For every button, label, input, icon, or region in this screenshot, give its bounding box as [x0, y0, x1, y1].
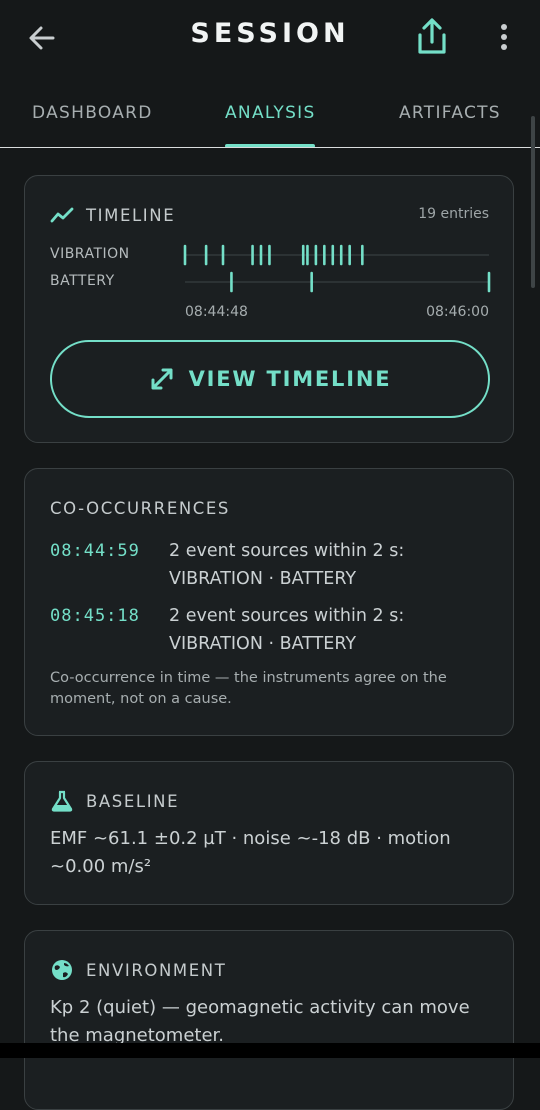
view-timeline-button[interactable]: VIEW TIMELINE: [50, 340, 490, 418]
environment-card: ENVIRONMENT Kp 2 (quiet) — geomagnetic a…: [24, 930, 514, 1110]
co-occurrence-time: 08:45:18: [50, 606, 140, 626]
environment-title: ENVIRONMENT: [86, 960, 227, 980]
baseline-card: BASELINE EMF ~61.1 ±0.2 µT · noise ~-18 …: [24, 761, 514, 905]
flask-icon: [51, 790, 73, 812]
co-occurrences-header: CO-OCCURRENCES: [50, 497, 230, 519]
co-occurrence-line1: 2 event sources within 2 s:: [169, 606, 405, 626]
environment-text: Kp 2 (quiet) — geomagnetic activity can …: [50, 997, 470, 1046]
co-occurrence-sources: VIBRATION · BATTERY: [169, 569, 357, 589]
co-occurrence-time: 08:44:59: [50, 541, 140, 561]
timeline-end-time: 08:46:00: [426, 304, 489, 320]
app-bar: SESSION: [0, 0, 540, 74]
co-occurrence-sources: VIBRATION · BATTERY: [169, 634, 357, 654]
scrollbar-thumb[interactable]: [531, 116, 535, 288]
tab-dashboard[interactable]: DASHBOARD: [32, 103, 153, 123]
baseline-text: EMF ~61.1 ±0.2 µT · noise ~-18 dB · moti…: [50, 828, 451, 877]
co-occurrence-note: Co-occurrence in time — the instruments …: [50, 670, 447, 707]
globe-icon: [52, 960, 72, 980]
co-occurrences-card: CO-OCCURRENCES 08:44:59 2 event sources …: [24, 468, 514, 736]
page-title: SESSION: [190, 18, 350, 49]
baseline-title: BASELINE: [86, 791, 180, 811]
tab-artifacts[interactable]: ARTIFACTS: [399, 103, 501, 123]
co-occurrence-description: 2 event sources within 2 s: VIBRATION · …: [169, 602, 404, 658]
timeline-card: TIMELINE 19 entries VIBRATION BATTERY 08…: [24, 175, 514, 443]
expand-icon: [151, 368, 173, 390]
tab-analysis[interactable]: ANALYSIS: [225, 103, 316, 123]
co-occurrences-title: CO-OCCURRENCES: [50, 498, 231, 518]
system-navigation-bar: [0, 1043, 540, 1058]
tab-bar: DASHBOARD ANALYSIS ARTIFACTS: [0, 90, 540, 148]
timeline-start-time: 08:44:48: [185, 304, 248, 320]
environment-header: ENVIRONMENT: [50, 959, 226, 981]
more-vertical-icon[interactable]: [492, 22, 516, 52]
share-icon[interactable]: [413, 17, 451, 57]
timeline-tracks: [183, 244, 491, 293]
co-occurrence-description: 2 event sources within 2 s: VIBRATION · …: [169, 537, 404, 593]
view-timeline-label: VIEW TIMELINE: [188, 367, 392, 391]
tab-divider: [0, 147, 540, 148]
co-occurrence-line1: 2 event sources within 2 s:: [169, 541, 405, 561]
baseline-header: BASELINE: [50, 790, 179, 812]
